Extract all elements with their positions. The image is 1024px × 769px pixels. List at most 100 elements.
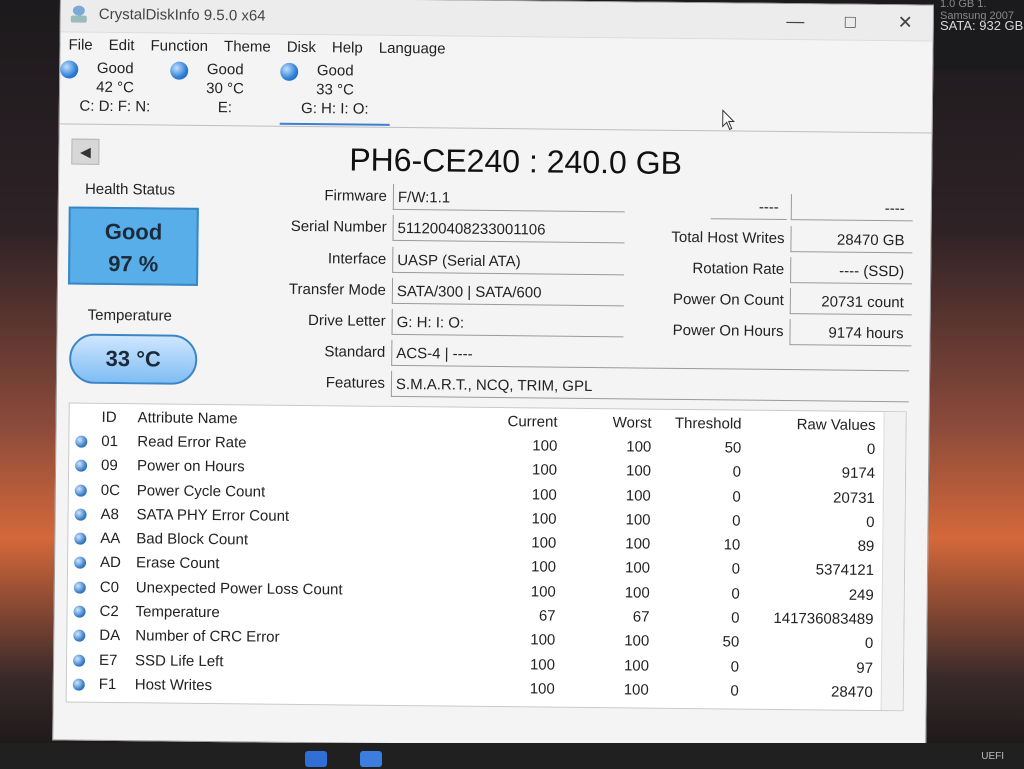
attribute-current: 100 — [530, 631, 556, 650]
transfer-mode-value: SATA/300 | SATA/600 — [391, 277, 625, 307]
attribute-raw: 89 — [857, 537, 875, 556]
header-attribute-name[interactable]: Attribute Name — [138, 409, 238, 427]
power-on-count-value: 20731 count — [789, 288, 912, 316]
attribute-name: Power Cycle Count — [136, 481, 266, 501]
drive-letter-label: Drive Letter — [308, 312, 386, 330]
interface-value: UASP (Serial ATA) — [392, 246, 625, 276]
transfer-mode-label: Transfer Mode — [288, 280, 387, 299]
transfer-mode-row: Transfer Mode — [208, 276, 386, 304]
drive-letter-row: Drive Letter — [207, 307, 386, 335]
close-button[interactable]: ✕ — [878, 5, 933, 41]
disk-tab-2[interactable]: Good 30 °C E: — [170, 60, 281, 125]
attribute-current: 100 — [529, 680, 555, 698]
attribute-threshold: 0 — [731, 609, 740, 627]
disk-temperature: 33 °C — [316, 81, 354, 99]
previous-disk-button[interactable]: ◀ — [71, 138, 100, 165]
attribute-worst: 100 — [624, 632, 650, 651]
attribute-current: 100 — [531, 461, 558, 479]
window-title: CrystalDiskInfo 9.5.0 x64 — [98, 5, 266, 25]
attribute-current: 100 — [530, 558, 557, 577]
attribute-current: 100 — [529, 656, 556, 674]
rotation-rate-label: Rotation Rate — [692, 260, 785, 279]
firmware-row: Firmware — [209, 182, 387, 210]
firmware-value: F/W:1.1 — [392, 183, 626, 213]
attribute-name: Number of CRC Error — [135, 627, 280, 647]
interface-label: Interface — [327, 250, 387, 268]
menu-theme[interactable]: Theme — [224, 38, 271, 55]
health-status-box[interactable]: Good 97 % — [67, 206, 199, 286]
standard-label: Standard — [324, 343, 386, 361]
power-on-hours-row: Power On Hours — [617, 317, 784, 345]
attribute-raw: 9174 — [841, 464, 876, 483]
taskbar: UEFI — [0, 743, 1024, 769]
status-dot-icon — [75, 435, 88, 448]
attribute-current: 100 — [531, 485, 557, 504]
attribute-threshold: 0 — [730, 658, 740, 676]
menu-file[interactable]: File — [68, 36, 92, 53]
temperature-label: Temperature — [87, 306, 172, 325]
disk-letters: E: — [217, 99, 233, 117]
rotation-rate-value: ---- (SSD) — [790, 257, 913, 285]
attribute-worst: 100 — [623, 681, 649, 699]
menu-edit[interactable]: Edit — [109, 36, 135, 53]
features-value: S.M.A.R.T., NCQ, TRIM, GPL — [390, 370, 910, 403]
attribute-threshold: 0 — [732, 512, 741, 530]
header-id[interactable]: ID — [102, 409, 117, 426]
smart-attributes-table[interactable]: ID Attribute Name Current Worst Threshol… — [65, 402, 907, 712]
disk-tab-1[interactable]: Good 42 °C C: D: F: N: — [60, 58, 171, 123]
table-scrollbar[interactable] — [880, 412, 906, 711]
status-dot-icon — [74, 508, 87, 521]
attribute-raw: 0 — [864, 635, 874, 653]
features-row: Features — [207, 369, 385, 397]
attribute-raw: 5374121 — [815, 561, 875, 580]
tray-text: UEFI — [981, 751, 1004, 762]
header-threshold[interactable]: Threshold — [669, 415, 742, 433]
host-writes-label: Total Host Writes — [671, 228, 785, 248]
menu-language[interactable]: Language — [379, 39, 446, 57]
attribute-current: 100 — [530, 583, 556, 601]
minimize-button[interactable]: — — [768, 4, 823, 40]
disk-temperature: 42 °C — [96, 78, 134, 97]
header-worst[interactable]: Worst — [581, 414, 652, 431]
power-on-count-row: Power On Count — [618, 286, 784, 314]
attribute-id: AA — [100, 530, 121, 548]
attribute-name: Power on Hours — [137, 457, 245, 476]
menu-disk[interactable]: Disk — [287, 38, 316, 55]
standard-row: Standard — [207, 338, 385, 366]
rotation-rate-row: Rotation Rate — [618, 255, 784, 283]
table-body: 01 Read Error Rate 100 100 50 0 09 Power on Ho… — [67, 430, 906, 706]
start-icon[interactable] — [305, 751, 327, 767]
serial-row: Serial Number — [208, 213, 387, 241]
attribute-id: 0C — [100, 481, 121, 499]
disk-tab-3[interactable]: Good 33 °C G: H: I: O: — [279, 60, 391, 126]
background-disk-info: 1.0 GB 1. Samsung 2007 — [940, 0, 1014, 22]
temperature-value[interactable]: 33 °C — [68, 333, 198, 385]
menu-help[interactable]: Help — [332, 39, 363, 56]
header-current[interactable]: Current — [489, 413, 557, 431]
disk-letters: G: H: I: O: — [300, 99, 369, 118]
attribute-worst: 100 — [623, 657, 650, 675]
status-dot-icon — [72, 678, 85, 691]
health-status-value: Good — [104, 218, 163, 245]
app-icon — [71, 5, 89, 23]
disk-letters: C: D: F: N: — [79, 97, 151, 116]
attribute-id: C0 — [99, 578, 120, 596]
attribute-worst: 100 — [624, 559, 651, 578]
menu-function[interactable]: Function — [150, 37, 208, 55]
serial-value: 511200408233001106 — [392, 214, 625, 244]
background-window-fragment: 1.0 GB 1. Samsung 2007 SATA: 932 GB — [932, 0, 1024, 70]
power-on-count-label: Power On Count — [672, 290, 784, 310]
attribute-current: 100 — [531, 510, 557, 528]
maximize-button[interactable]: □ — [823, 4, 878, 40]
attribute-raw: 0 — [866, 440, 876, 458]
app-taskbar-icon[interactable] — [360, 751, 382, 767]
status-dot-icon — [60, 60, 79, 79]
attribute-threshold: 50 — [724, 439, 742, 457]
drive-model-title: PH6-CE240 : 240.0 GB — [349, 141, 683, 181]
serial-label: Serial Number — [290, 217, 387, 236]
header-raw-values[interactable]: Raw Values — [751, 416, 876, 434]
unlabeled-top-value-left: ---- — [710, 193, 787, 221]
host-writes-row: Total Host Writes — [618, 224, 784, 252]
attribute-raw: 20731 — [832, 489, 875, 507]
attribute-threshold: 0 — [731, 585, 740, 603]
